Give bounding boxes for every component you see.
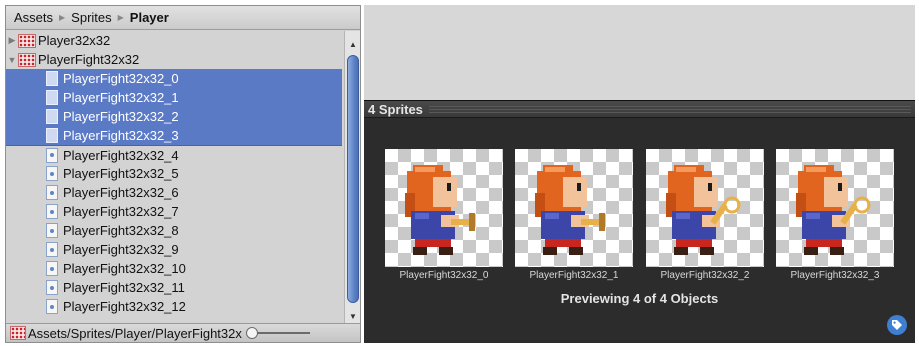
inspector-empty-area bbox=[364, 5, 915, 100]
texture-icon bbox=[18, 52, 36, 67]
sprite-thumbnail-label: PlayerFight32x32_3 bbox=[790, 270, 880, 281]
breadcrumb-sprites[interactable]: Sprites bbox=[71, 10, 111, 25]
tree-item-sprite[interactable]: PlayerFight32x32_9 bbox=[6, 240, 342, 259]
tree-item-label: PlayerFight32x32_12 bbox=[63, 299, 186, 314]
sprite-thumbnail[interactable] bbox=[646, 149, 764, 267]
tree-scrollbar[interactable]: ▲ ▼ bbox=[344, 31, 360, 325]
tree-item-texture[interactable]: ▶ Player32x32 bbox=[6, 31, 342, 50]
drag-grip-icon[interactable] bbox=[428, 105, 911, 113]
status-bar: Assets/Sprites/Player/PlayerFight32x bbox=[6, 323, 360, 342]
asset-tree: ▶ Player32x32 ▼ PlayerFight32x32 PlayerFight… bbox=[6, 31, 342, 325]
tree-item-label: PlayerFight32x32_9 bbox=[63, 242, 179, 257]
sprite-icon bbox=[46, 90, 58, 105]
sprite-thumbnails: PlayerFight32x32_0 PlayerFight32x32_1 Play… bbox=[385, 149, 905, 289]
sprite-icon bbox=[46, 261, 58, 276]
preview-title: 4 Sprites bbox=[368, 101, 423, 117]
breadcrumb-separator-icon: ▶ bbox=[59, 13, 66, 22]
slider-track bbox=[249, 332, 310, 334]
collapsed-arrow-icon[interactable]: ▶ bbox=[6, 31, 18, 50]
tree-item-label: PlayerFight32x32_10 bbox=[63, 261, 186, 276]
preview-status: Previewing 4 of 4 Objects bbox=[560, 291, 719, 306]
tree-item-label: PlayerFight32x32_11 bbox=[63, 280, 185, 295]
asset-label-tag-icon[interactable] bbox=[887, 315, 907, 335]
player-sprite-image bbox=[535, 165, 605, 255]
tree-item-label: PlayerFight32x32_7 bbox=[63, 204, 179, 219]
sprite-thumbnail[interactable] bbox=[385, 149, 503, 267]
breadcrumb: Assets ▶ Sprites ▶ Player bbox=[6, 6, 360, 30]
tree-item-sprite[interactable]: PlayerFight32x32_1 bbox=[6, 88, 342, 107]
tree-item-sprite[interactable]: PlayerFight32x32_7 bbox=[6, 202, 342, 221]
tree-item-label: PlayerFight32x32_8 bbox=[63, 223, 179, 238]
expanded-arrow-icon[interactable]: ▼ bbox=[6, 50, 18, 69]
sprite-thumbnail[interactable] bbox=[515, 149, 633, 267]
player-sprite-image bbox=[405, 165, 475, 255]
sprite-thumbnail-label: PlayerFight32x32_2 bbox=[660, 270, 750, 281]
tree-item-sprite[interactable]: PlayerFight32x32_0 bbox=[6, 69, 342, 88]
tree-item-sprite[interactable]: PlayerFight32x32_5 bbox=[6, 164, 342, 183]
tree-item-label: PlayerFight32x32_1 bbox=[63, 90, 179, 105]
sprite-icon bbox=[46, 280, 58, 295]
tree-item-label: PlayerFight32x32_4 bbox=[63, 147, 179, 163]
sprite-icon bbox=[46, 185, 58, 200]
tree-item-label: PlayerFight32x32_2 bbox=[63, 109, 179, 124]
tree-item-sprite[interactable]: PlayerFight32x32_4 bbox=[6, 145, 342, 164]
project-browser: Assets ▶ Sprites ▶ Player ▶ Player32x32 ▼ P… bbox=[5, 5, 361, 343]
sprite-icon bbox=[46, 299, 58, 314]
tree-item-label: Player32x32 bbox=[38, 33, 111, 48]
sprite-icon bbox=[46, 109, 58, 124]
tree-item-label: PlayerFight32x32 bbox=[38, 52, 140, 67]
sprite-icon bbox=[46, 204, 58, 219]
tree-item-label: PlayerFight32x32_3 bbox=[63, 128, 179, 143]
breadcrumb-assets[interactable]: Assets bbox=[14, 10, 53, 25]
scroll-thumb[interactable] bbox=[347, 55, 359, 303]
sprite-icon bbox=[46, 166, 58, 181]
player-sprite-image bbox=[666, 165, 741, 255]
tree-item-label: PlayerFight32x32_6 bbox=[63, 185, 179, 200]
tree-item-label: PlayerFight32x32_5 bbox=[63, 166, 179, 181]
preview-panel: 4 Sprites PlayerFight32x32_0 PlayerFight3… bbox=[364, 100, 915, 343]
tree-item-sprite[interactable]: PlayerFight32x32_8 bbox=[6, 221, 342, 240]
player-sprite-image bbox=[796, 165, 871, 255]
slider-knob[interactable] bbox=[245, 327, 258, 339]
texture-icon bbox=[18, 33, 36, 48]
breadcrumb-separator-icon: ▶ bbox=[117, 13, 124, 22]
tree-item-sprite[interactable]: PlayerFight32x32_6 bbox=[6, 183, 342, 202]
tree-item-sprite[interactable]: PlayerFight32x32_3 bbox=[6, 126, 342, 145]
sprite-icon bbox=[46, 71, 58, 86]
sprite-icon bbox=[46, 223, 58, 238]
sprite-thumbnail-label: PlayerFight32x32_0 bbox=[399, 270, 489, 281]
sprite-icon bbox=[46, 128, 58, 143]
icon-size-slider[interactable] bbox=[245, 327, 310, 339]
tree-item-sprite[interactable]: PlayerFight32x32_11 bbox=[6, 278, 342, 297]
texture-icon bbox=[10, 326, 26, 340]
scroll-up-arrow-icon[interactable]: ▲ bbox=[345, 37, 360, 51]
sprite-icon bbox=[46, 242, 58, 257]
status-path: Assets/Sprites/Player/PlayerFight32x bbox=[28, 325, 242, 341]
sprite-thumbnail[interactable] bbox=[776, 149, 894, 267]
breadcrumb-player[interactable]: Player bbox=[130, 10, 169, 25]
tree-item-texture[interactable]: ▼ PlayerFight32x32 bbox=[6, 50, 342, 69]
tree-item-sprite[interactable]: PlayerFight32x32_2 bbox=[6, 107, 342, 126]
sprite-icon bbox=[46, 147, 58, 163]
scroll-down-arrow-icon[interactable]: ▼ bbox=[345, 309, 360, 323]
tree-item-sprite[interactable]: PlayerFight32x32_12 bbox=[6, 297, 342, 316]
tree-item-label: PlayerFight32x32_0 bbox=[63, 71, 179, 86]
sprite-thumbnail-label: PlayerFight32x32_1 bbox=[529, 270, 619, 281]
preview-header[interactable]: 4 Sprites bbox=[364, 101, 915, 118]
tree-item-sprite[interactable]: PlayerFight32x32_10 bbox=[6, 259, 342, 278]
